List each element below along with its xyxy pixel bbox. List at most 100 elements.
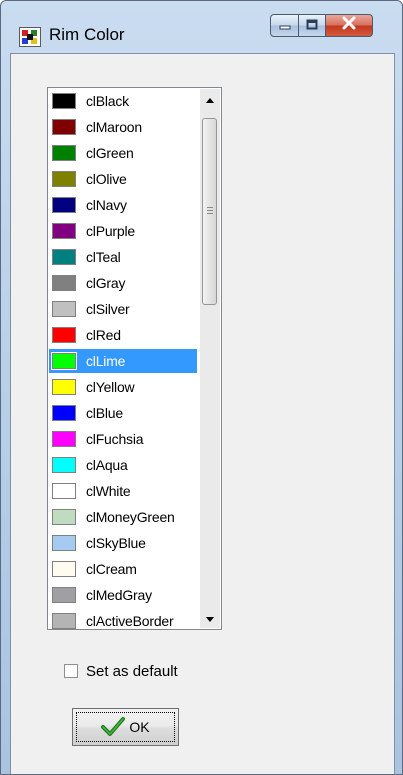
color-swatch	[51, 378, 77, 396]
color-swatch	[51, 326, 77, 344]
minimize-button[interactable]	[270, 14, 299, 37]
color-swatch-fill	[52, 275, 76, 291]
color-list-item-label: clYellow	[86, 379, 135, 395]
color-list-item-label: clSkyBlue	[86, 535, 146, 551]
color-list-item[interactable]: clSkyBlue	[49, 531, 197, 555]
color-list-item[interactable]: clMaroon	[49, 115, 197, 139]
grip-line	[207, 210, 213, 211]
color-swatch-fill	[52, 197, 76, 213]
color-list-item-label: clBlue	[86, 405, 123, 421]
color-swatch-fill	[52, 93, 76, 109]
color-dialog-icon	[19, 27, 41, 47]
maximize-button[interactable]	[298, 14, 326, 37]
color-swatch	[51, 508, 77, 526]
scroll-down-button[interactable]	[200, 608, 220, 628]
color-swatch	[51, 222, 77, 240]
color-list-item-label: clGreen	[86, 145, 134, 161]
rim-color-dialog: Rim Color clBlack clMaroon clGreen clOlive c…	[0, 0, 403, 775]
color-swatch	[51, 196, 77, 214]
color-swatch	[51, 274, 77, 292]
color-swatch	[51, 92, 77, 110]
color-list-item[interactable]: clWhite	[49, 479, 197, 503]
ok-label: OK	[129, 719, 150, 735]
color-swatch	[51, 586, 77, 604]
color-list-item[interactable]: clCream	[49, 557, 197, 581]
color-list-item[interactable]: clRed	[49, 323, 197, 347]
color-list-item[interactable]: clFuchsia	[49, 427, 197, 451]
focus-rectangle	[76, 712, 175, 742]
title-bar[interactable]: Rim Color	[1, 1, 402, 53]
color-swatch	[51, 430, 77, 448]
color-list-item-label: clMedGray	[86, 587, 152, 603]
color-list-item-label: clSilver	[86, 301, 130, 317]
color-list-item[interactable]: clPurple	[49, 219, 197, 243]
color-swatch-fill	[52, 613, 76, 629]
color-swatch	[51, 482, 77, 500]
color-list-item-label: clNavy	[86, 197, 127, 213]
color-list-item[interactable]: clMoneyGreen	[49, 505, 197, 529]
color-list-item[interactable]: clTeal	[49, 245, 197, 269]
color-swatch-fill	[52, 301, 76, 317]
color-list-item-label: clRed	[86, 327, 121, 343]
color-list-item[interactable]: clGray	[49, 271, 197, 295]
scroll-thumb[interactable]	[202, 118, 217, 305]
set-default-row[interactable]: Set as default	[64, 661, 178, 681]
color-list-item[interactable]: clBlue	[49, 401, 197, 425]
color-list-item-label: clPurple	[86, 223, 135, 239]
color-list-item-label: clOlive	[86, 171, 127, 187]
color-swatch	[51, 612, 77, 629]
color-list-item[interactable]: clBlack	[49, 89, 197, 113]
color-list-item[interactable]: clOlive	[49, 167, 197, 191]
maximize-icon	[306, 17, 318, 35]
color-swatch-fill	[52, 327, 76, 343]
color-swatch-fill	[52, 145, 76, 161]
color-swatch-fill	[52, 561, 76, 577]
color-list-item[interactable]: clMedGray	[49, 583, 197, 607]
color-list-item-label: clWhite	[86, 483, 131, 499]
color-swatch-fill	[52, 353, 76, 369]
color-listbox[interactable]: clBlack clMaroon clGreen clOlive clNavy clPur…	[47, 87, 222, 630]
color-list-item[interactable]: clAqua	[49, 453, 197, 477]
color-swatch	[51, 560, 77, 578]
color-list-item[interactable]: clSilver	[49, 297, 197, 321]
color-list-item-label: clFuchsia	[86, 431, 144, 447]
color-list-item[interactable]: clActiveBorder	[49, 609, 197, 629]
color-list-item-label: clTeal	[86, 249, 121, 265]
close-icon	[341, 16, 357, 35]
color-swatch	[51, 352, 77, 370]
color-swatch	[51, 248, 77, 266]
close-button[interactable]	[325, 14, 373, 37]
color-list-item-label: clMaroon	[86, 119, 142, 135]
color-swatch-fill	[52, 379, 76, 395]
color-swatch	[51, 118, 77, 136]
color-list-item[interactable]: clLime	[49, 349, 197, 373]
color-swatch-fill	[52, 405, 76, 421]
color-list-item-label: clGray	[86, 275, 126, 291]
color-swatch	[51, 300, 77, 318]
set-default-checkbox[interactable]	[64, 664, 78, 678]
color-list-item[interactable]: clNavy	[49, 193, 197, 217]
color-swatch-fill	[52, 249, 76, 265]
color-swatch	[51, 170, 77, 188]
set-default-label[interactable]: Set as default	[86, 663, 178, 680]
color-list-item-label: clCream	[86, 561, 137, 577]
scroll-up-button[interactable]	[200, 89, 220, 109]
ok-button[interactable]: OK	[72, 708, 179, 746]
color-swatch-fill	[52, 483, 76, 499]
color-list-item-label: clMoneyGreen	[86, 509, 175, 525]
color-list-item-label: clBlack	[86, 93, 129, 109]
color-swatch-fill	[52, 509, 76, 525]
color-list-item[interactable]: clGreen	[49, 141, 197, 165]
color-swatch	[51, 404, 77, 422]
color-swatch	[51, 144, 77, 162]
color-swatch-fill	[52, 535, 76, 551]
color-list-item-label: clActiveBorder	[86, 613, 174, 629]
color-list-item[interactable]: clYellow	[49, 375, 197, 399]
color-swatch-fill	[52, 171, 76, 187]
minimize-icon	[279, 17, 291, 35]
window-title: Rim Color	[49, 25, 125, 44]
checkmark-icon	[101, 717, 126, 737]
grip-line	[207, 213, 213, 214]
color-list-item-label: clLime	[86, 353, 126, 369]
vertical-scrollbar[interactable]	[200, 89, 220, 628]
